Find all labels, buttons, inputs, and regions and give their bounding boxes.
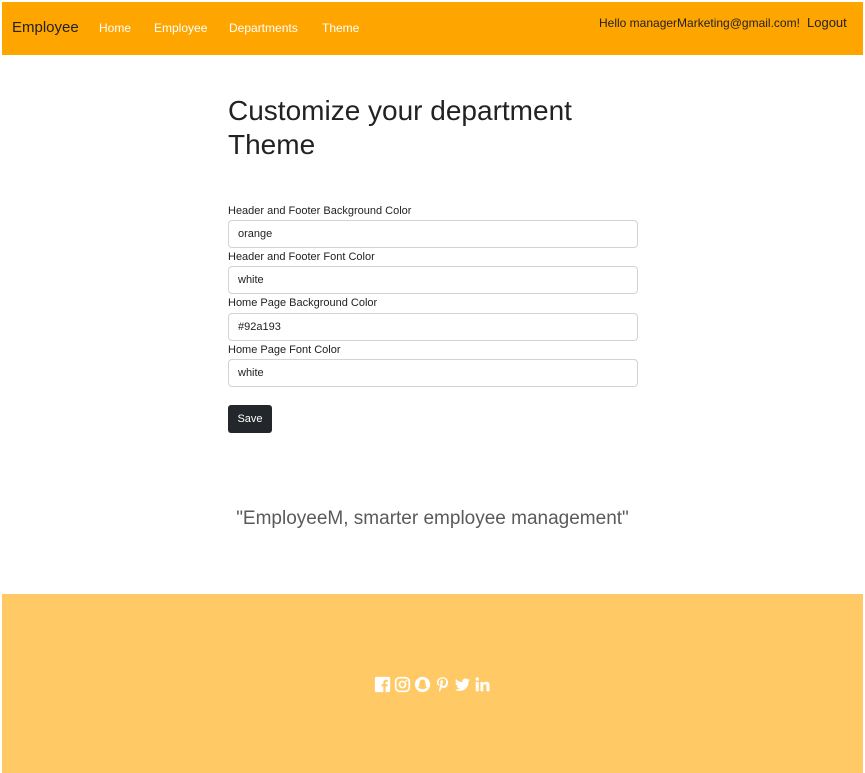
facebook-icon[interactable] (374, 676, 391, 693)
header-footer-bg-color-input[interactable] (228, 220, 638, 248)
snapchat-icon[interactable] (414, 676, 431, 693)
save-button[interactable]: Save (228, 405, 272, 433)
header-footer-font-color-input[interactable] (228, 266, 638, 294)
navbar: Employee Home Employee Departments Theme… (2, 2, 863, 55)
nav-link-employee[interactable]: Employee (154, 21, 207, 35)
home-page-bg-color-input[interactable] (228, 313, 638, 341)
nav-link-theme[interactable]: Theme (322, 21, 359, 35)
header-footer-bg-color-label: Header and Footer Background Color (228, 205, 412, 217)
brand-logo-text[interactable]: Employee (12, 19, 79, 36)
nav-link-home[interactable]: Home (99, 21, 131, 35)
twitter-icon[interactable] (454, 676, 471, 693)
instagram-icon[interactable] (394, 676, 411, 693)
linkedin-icon[interactable] (474, 676, 491, 693)
home-page-font-color-label: Home Page Font Color (228, 344, 341, 356)
pinterest-icon[interactable] (434, 676, 451, 693)
user-greeting: Hello managerMarketing@gmail.com! (599, 16, 800, 30)
nav-link-departments[interactable]: Departments (229, 21, 298, 35)
home-page-bg-color-label: Home Page Background Color (228, 297, 378, 309)
header-footer-font-color-label: Header and Footer Font Color (228, 251, 375, 263)
page-title: Customize your department Theme (228, 95, 572, 160)
logout-link[interactable]: Logout (807, 15, 847, 30)
home-page-font-color-input[interactable] (228, 359, 638, 387)
tagline: "EmployeeM, smarter employee management" (236, 508, 629, 529)
social-links (374, 676, 491, 694)
